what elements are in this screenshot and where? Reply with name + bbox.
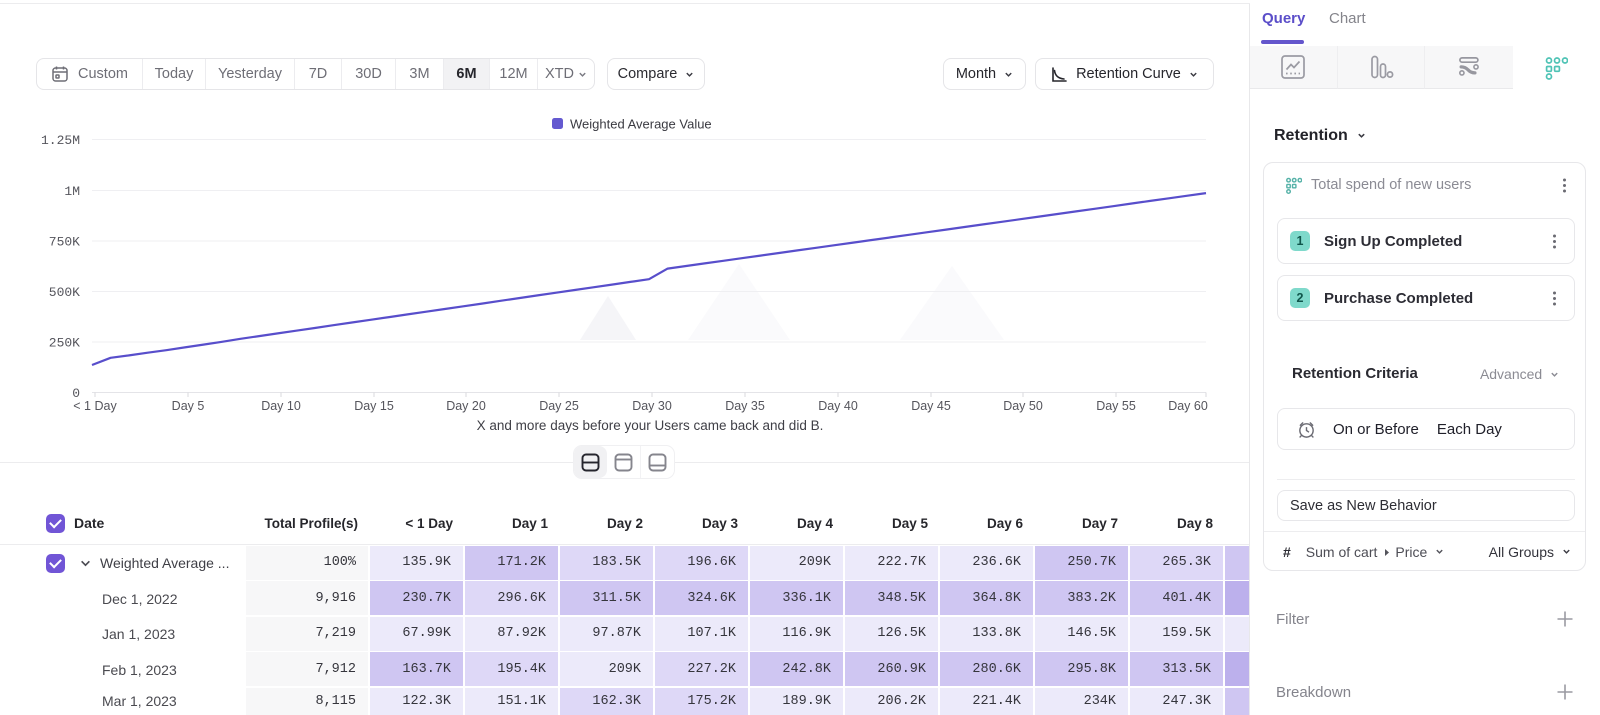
svg-text:750K: 750K [49,235,80,250]
svg-text:Day 45: Day 45 [911,399,951,413]
svg-text:1.25M: 1.25M [41,133,80,148]
svg-text:Day 30: Day 30 [632,399,672,413]
svg-text:Day 50: Day 50 [1003,399,1043,413]
svg-text:250K: 250K [49,336,80,351]
svg-text:1M: 1M [64,184,80,199]
svg-text:< 1 Day: < 1 Day [73,399,117,413]
svg-text:500K: 500K [49,285,80,300]
svg-text:Day 15: Day 15 [354,399,394,413]
svg-text:Weighted Average Value: Weighted Average Value [570,117,712,132]
svg-text:X and more days before your Us: X and more days before your Users came b… [477,418,824,433]
svg-text:Day 25: Day 25 [539,399,579,413]
svg-text:Day 20: Day 20 [446,399,486,413]
svg-text:Day 5: Day 5 [172,399,205,413]
svg-text:Day 40: Day 40 [818,399,858,413]
svg-text:Day 10: Day 10 [261,399,301,413]
svg-text:Day 35: Day 35 [725,399,765,413]
svg-text:Day 60: Day 60 [1168,399,1208,413]
svg-text:Day 55: Day 55 [1096,399,1136,413]
